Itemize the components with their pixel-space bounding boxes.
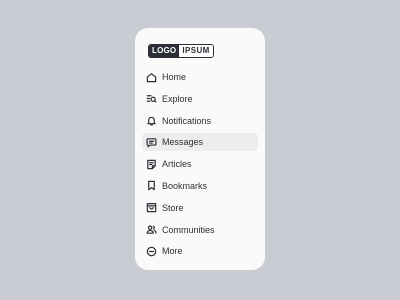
logo[interactable]: LOGO IPSUM: [148, 44, 214, 58]
sidebar-item-communities[interactable]: Communities: [142, 221, 258, 239]
sidebar-item-bookmarks[interactable]: Bookmarks: [142, 177, 258, 195]
sidebar-item-notifications[interactable]: Notifications: [142, 112, 258, 130]
sidebar-item-label: Articles: [162, 159, 192, 170]
explore-icon: [146, 93, 157, 104]
store-icon: [146, 202, 157, 213]
sidebar-item-label: Communities: [162, 224, 215, 235]
logo-part-1: LOGO: [149, 45, 180, 57]
message-icon: [146, 137, 157, 148]
sidebar-item-store[interactable]: Store: [142, 199, 258, 217]
more-icon: [146, 246, 157, 257]
sidebar-item-more[interactable]: More: [142, 242, 258, 260]
sidebar-item-home[interactable]: Home: [142, 68, 258, 86]
sidebar-card: LOGO IPSUM Home Explore Notifications Me…: [135, 28, 265, 270]
sidebar-item-articles[interactable]: Articles: [142, 155, 258, 173]
sidebar-item-label: Bookmarks: [162, 180, 208, 191]
sidebar-item-label: Store: [162, 202, 184, 213]
bell-icon: [146, 115, 157, 126]
sidebar-item-label: More: [162, 246, 183, 257]
sidebar-item-label: Home: [162, 72, 187, 82]
home-icon: [146, 72, 157, 83]
sidebar-item-label: Notifications: [162, 115, 212, 126]
sidebar-item-label: Explore: [162, 93, 193, 104]
sidebar-item-label: Messages: [162, 137, 204, 148]
sidebar-item-explore[interactable]: Explore: [142, 90, 258, 108]
sidebar-item-messages[interactable]: Messages: [142, 133, 258, 152]
article-icon: [146, 159, 157, 170]
sidebar-nav: Home Explore Notifications Messages Arti: [142, 68, 258, 264]
logo-part-2: IPSUM: [179, 45, 213, 57]
communities-icon: [146, 224, 157, 235]
bookmark-icon: [146, 180, 157, 191]
